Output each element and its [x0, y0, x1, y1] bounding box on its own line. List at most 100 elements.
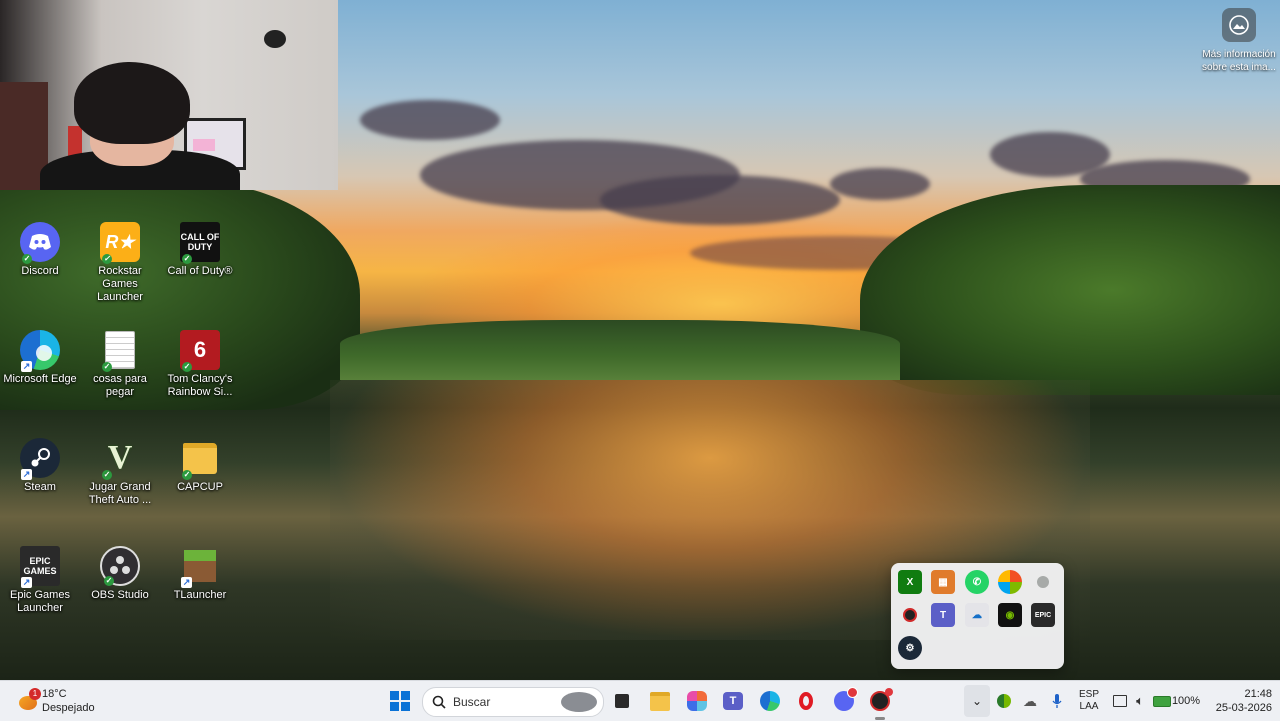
volume-tray-button[interactable]: 🔈︎: [1130, 681, 1150, 721]
desktop-icon-edge[interactable]: ↗ Microsoft Edge: [1, 330, 79, 386]
language-line1: ESP: [1078, 689, 1099, 700]
clock-date: 25-03-2026: [1215, 702, 1272, 714]
taskbar-search[interactable]: Buscar: [422, 687, 604, 717]
start-button[interactable]: [386, 681, 414, 721]
desktop-icon-capcup-folder[interactable]: ✓ CAPCUP: [161, 438, 239, 494]
call-of-duty-glyph: CALL OF DUTY: [180, 232, 220, 252]
desktop-icon-gta[interactable]: V ✓ Jugar Grand Theft Auto ...: [81, 438, 159, 507]
speaker-icon: 🔈︎: [1136, 693, 1144, 708]
app-orange-icon[interactable]: ▦: [931, 570, 955, 594]
taskbar: 1 18°C Despejado Buscar T ⌄ ☁ ESP LAA 🔈︎…: [0, 680, 1280, 721]
teams-button[interactable]: T: [719, 681, 747, 721]
red-app-icon: [870, 688, 893, 711]
network-tray-button[interactable]: [1110, 681, 1130, 721]
cloud-icon: ☁: [1023, 692, 1037, 709]
wallpaper-info-text: Más información sobre esta ima...: [1202, 49, 1276, 73]
file-explorer-button[interactable]: [646, 681, 674, 721]
obs-icon: ✓: [100, 546, 140, 586]
red-app-button[interactable]: [866, 681, 894, 721]
desktop-icon-call-of-duty[interactable]: CALL OF DUTY ✓ Call of Duty®: [161, 222, 239, 278]
folder-icon: [650, 691, 670, 711]
shortcut-arrow-icon: ↗: [181, 577, 192, 588]
desktop-icon-rainbow-six[interactable]: 6 ✓ Tom Clancy's Rainbow Si...: [161, 330, 239, 399]
notification-dot: [885, 688, 893, 696]
discord-icon: ✓: [20, 222, 60, 264]
desktop-icon-label: Discord: [21, 265, 59, 277]
desktop-icon-cosas-para-pegar[interactable]: ✓ cosas para pegar: [81, 330, 159, 399]
rainbow-six-icon: 6 ✓: [180, 330, 220, 372]
search-placeholder: Buscar: [453, 695, 491, 709]
forest-right: [860, 185, 1280, 395]
red-app-icon[interactable]: [898, 603, 922, 627]
nvidia-icon[interactable]: ◉: [998, 603, 1022, 627]
show-hidden-icons-button[interactable]: ⌄: [964, 685, 990, 717]
desktop-icon-label: Jugar Grand Theft Auto ...: [88, 481, 152, 506]
battery-percent-area[interactable]: 100%: [1172, 681, 1200, 721]
search-highlight-icon: [561, 692, 597, 712]
sync-check-icon: ✓: [102, 254, 112, 264]
wallpaper-info-button[interactable]: [1222, 8, 1256, 42]
whatsapp-icon[interactable]: ✆: [965, 570, 989, 594]
desktop-icon-label: OBS Studio: [91, 589, 149, 601]
chevron-down-icon: ⌄: [971, 694, 983, 708]
gta-icon: V ✓: [100, 438, 140, 480]
notification-dot: [847, 687, 858, 698]
sync-check-icon: ✓: [102, 470, 112, 480]
circle-gray-icon[interactable]: [1031, 570, 1055, 594]
webcam-overlay: [0, 0, 338, 190]
desktop-icon-label: Microsoft Edge: [3, 373, 77, 385]
camera-icon: [1229, 15, 1249, 35]
opera-button[interactable]: [792, 681, 820, 721]
tray-overflow-popup: X ▦ ✆ T ☁ ◉ EPIC ⚙: [891, 563, 1064, 669]
network-icon: [1113, 695, 1127, 707]
sync-check-icon: ✓: [22, 254, 32, 264]
copilot-button[interactable]: [683, 681, 711, 721]
desktop-icon-epic-games[interactable]: EPIC GAMES ↗ Epic Games Launcher: [1, 546, 79, 615]
tray-app-icon[interactable]: [994, 681, 1014, 721]
desktop-icon-steam[interactable]: ↗ Steam: [1, 438, 79, 494]
cloud: [830, 168, 930, 200]
desktop-icon-label: TLauncher: [173, 589, 227, 601]
weather-description[interactable]: Despejado: [42, 702, 95, 714]
desktop-icon-discord[interactable]: ✓ Discord: [1, 222, 79, 278]
sync-check-icon: ✓: [104, 576, 114, 586]
desktop-icon-tlauncher[interactable]: ↗ TLauncher: [161, 546, 239, 602]
text-file-icon: ✓: [100, 330, 140, 372]
epic-games-tray-icon[interactable]: EPIC: [1031, 603, 1055, 627]
steam-tray-icon[interactable]: ⚙: [898, 636, 922, 660]
discord-icon: [834, 687, 858, 711]
folder-icon: ✓: [180, 438, 220, 480]
microphone-tray-button[interactable]: [1048, 681, 1066, 721]
opera-icon: [799, 692, 813, 710]
onedrive-tray-button[interactable]: ☁: [1020, 681, 1040, 721]
clock[interactable]: 21:48 25-03-2026: [1206, 681, 1272, 721]
webcam-lamp: [264, 30, 286, 48]
desktop-icon-label: Epic Games Launcher: [10, 589, 70, 614]
copilot-icon[interactable]: [998, 570, 1022, 594]
xbox-icon[interactable]: X: [898, 570, 922, 594]
teams-icon[interactable]: T: [931, 603, 955, 627]
gta-glyph: V: [107, 439, 133, 476]
task-view-icon: [615, 694, 629, 708]
shortcut-arrow-icon: ↗: [21, 577, 32, 588]
edge-icon: [760, 691, 780, 711]
edge-button[interactable]: [756, 681, 784, 721]
battery-percent: 100%: [1171, 695, 1201, 707]
weather-temperature[interactable]: 18°C: [42, 688, 67, 700]
battery-tray-button[interactable]: [1152, 681, 1172, 721]
desktop-icon-rockstar[interactable]: R★ ✓ Rockstar Games Launcher: [81, 222, 159, 304]
minecraft-grass-block-icon: ↗: [180, 546, 220, 588]
language-indicator[interactable]: ESP LAA: [1074, 681, 1104, 721]
task-view-button[interactable]: [608, 681, 636, 721]
weather-widget-icon[interactable]: 1: [14, 681, 42, 721]
onedrive-warning-icon[interactable]: ☁: [965, 603, 989, 627]
rainbow-six-glyph: 6: [193, 337, 207, 362]
sync-check-icon: ✓: [182, 362, 192, 372]
desktop-icon-obs[interactable]: ✓ OBS Studio: [81, 546, 159, 602]
rockstar-glyph: R★: [105, 231, 135, 252]
desktop-icon-label: cosas para pegar: [93, 373, 147, 398]
cloud: [360, 100, 500, 140]
cloud: [600, 175, 840, 225]
discord-button[interactable]: [830, 681, 858, 721]
microphone-icon: [1052, 694, 1062, 708]
